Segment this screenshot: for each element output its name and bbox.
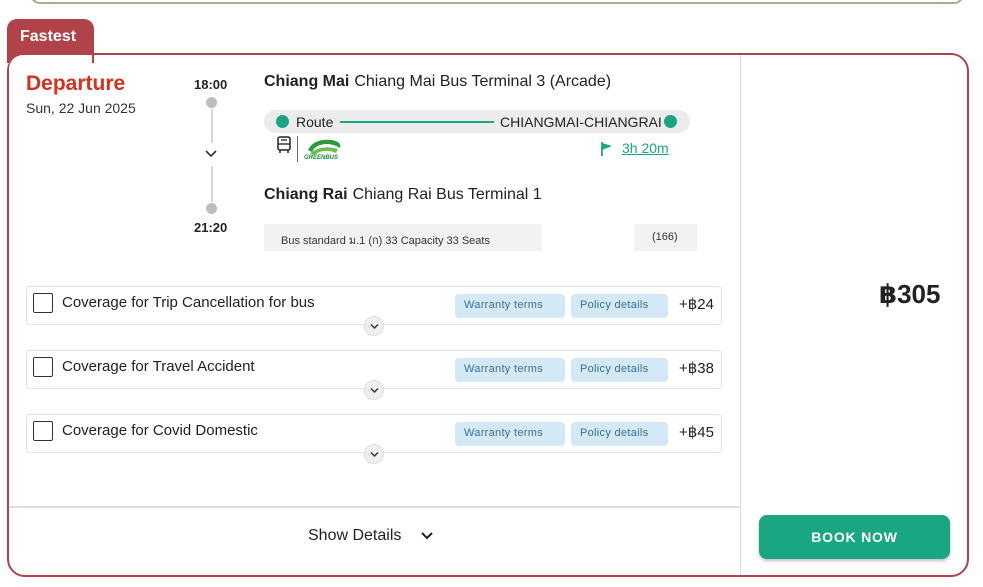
show-details-button[interactable]: Show Details — [308, 527, 401, 545]
coverage-expand-button[interactable] — [364, 380, 384, 400]
greenbus-logo-text: GREENBUS — [304, 155, 339, 161]
chevron-down-icon[interactable] — [420, 531, 434, 541]
route-end-dot — [664, 115, 677, 128]
bus-icon — [277, 136, 291, 153]
previous-card-edge — [30, 0, 964, 4]
policy-details-button[interactable]: Policy details — [571, 294, 668, 318]
destination-city: Chiang Rai — [264, 186, 348, 203]
chevron-down-icon — [370, 387, 379, 394]
policy-details-button[interactable]: Policy details — [571, 422, 668, 446]
coverage-label: Coverage for Trip Cancellation for bus — [62, 294, 315, 311]
timeline-line-top — [211, 109, 213, 143]
price-divider — [740, 55, 741, 575]
operator-separator — [297, 136, 298, 162]
policy-details-button[interactable]: Policy details — [571, 358, 668, 382]
bus-count: (166) — [634, 224, 697, 251]
coverage-checkbox[interactable] — [33, 357, 53, 377]
coverage-label: Coverage for Covid Domestic — [62, 422, 258, 439]
coverage-price: +฿45 — [679, 424, 714, 441]
origin-station: Chiang Mai Chiang Mai Bus Terminal 3 (Arc… — [264, 73, 611, 91]
coverage-checkbox[interactable] — [33, 421, 53, 441]
coverage-expand-button[interactable] — [364, 444, 384, 464]
coverage-expand-button[interactable] — [364, 316, 384, 336]
departure-label: Departure — [26, 72, 126, 95]
book-now-button[interactable]: BOOK NOW — [759, 515, 950, 559]
depart-time: 18:00 — [194, 77, 228, 92]
coverage-price: +฿24 — [679, 296, 714, 313]
destination-terminal: Chiang Rai Bus Terminal 1 — [352, 186, 542, 203]
origin-city: Chiang Mai — [264, 73, 350, 90]
route-line — [340, 121, 494, 123]
warranty-terms-button[interactable]: Warranty terms — [455, 358, 565, 382]
chevron-down-icon — [370, 323, 379, 330]
chevron-down-icon[interactable] — [204, 148, 218, 160]
chevron-down-icon — [370, 451, 379, 458]
trip-duration[interactable]: 3h 20m — [622, 140, 669, 156]
destination-station: Chiang Rai Chiang Rai Bus Terminal 1 — [264, 186, 542, 204]
footer-divider — [9, 506, 740, 508]
coverage-row: Coverage for Travel Accident Warranty te… — [26, 350, 722, 400]
coverage-row: Coverage for Trip Cancellation for bus W… — [26, 286, 722, 336]
warranty-terms-button[interactable]: Warranty terms — [455, 422, 565, 446]
timeline-start-dot — [206, 97, 217, 108]
timeline-end-dot — [206, 203, 217, 214]
departure-date: Sun, 22 Jun 2025 — [26, 100, 136, 116]
flag-icon — [601, 142, 612, 156]
coverage-price: +฿38 — [679, 360, 714, 377]
bus-info: Bus standard ม.1 (ก) 33 Capacity 33 Seat… — [264, 224, 542, 251]
route-name: CHIANGMAI-CHIANGRAI — [500, 114, 662, 130]
warranty-terms-button[interactable]: Warranty terms — [455, 294, 565, 318]
ticket-price: ฿305 — [879, 279, 941, 309]
timeline-line-bottom — [211, 166, 213, 202]
origin-terminal: Chiang Mai Bus Terminal 3 (Arcade) — [354, 73, 612, 90]
route-start-dot — [276, 115, 289, 128]
coverage-label: Coverage for Travel Accident — [62, 358, 255, 375]
route-label: Route — [296, 114, 334, 130]
coverage-row: Coverage for Covid Domestic Warranty ter… — [26, 414, 722, 464]
arrive-time: 21:20 — [194, 220, 228, 235]
coverage-checkbox[interactable] — [33, 293, 53, 313]
